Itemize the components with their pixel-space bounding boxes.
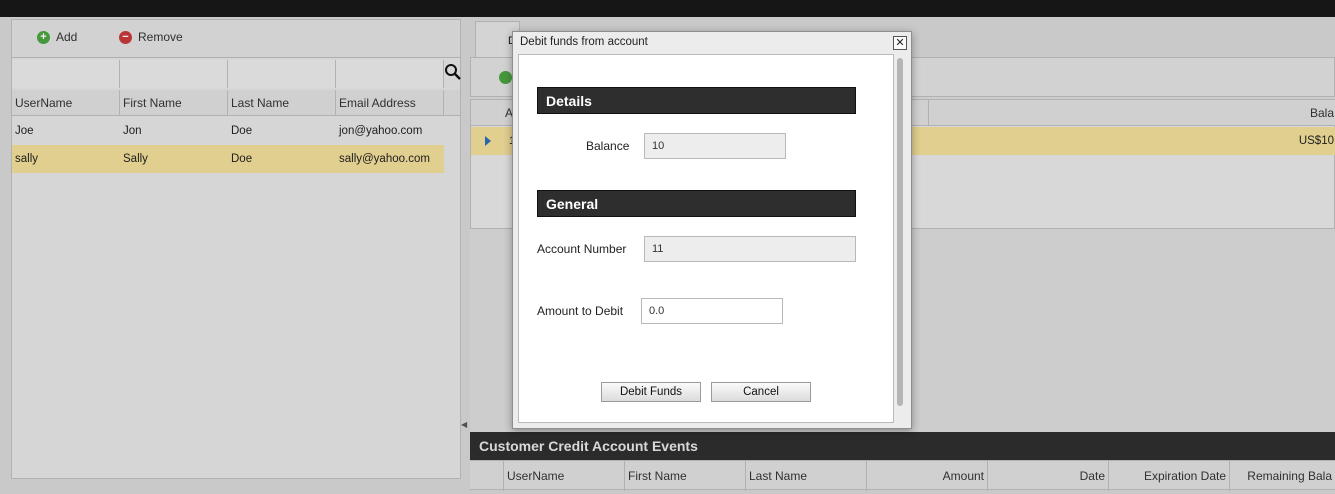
top-bar — [0, 0, 1335, 17]
general-section-header: General — [537, 190, 856, 217]
balance-field: 10 — [644, 133, 786, 159]
close-icon[interactable]: ✕ — [893, 36, 907, 50]
account-number-label: Account Number — [537, 242, 627, 256]
amount-to-debit-input[interactable]: 0.0 — [641, 298, 783, 324]
dialog-body: Details Balance 10 General Account Numbe… — [518, 54, 894, 423]
cancel-button[interactable]: Cancel — [711, 382, 811, 402]
dialog-title: Debit funds from account — [520, 36, 648, 48]
balance-label: Balance — [586, 139, 630, 153]
debit-funds-button[interactable]: Debit Funds — [601, 382, 701, 402]
account-number-field: 11 — [644, 236, 856, 262]
debit-dialog: Debit funds from account ✕ Details Balan… — [512, 31, 912, 429]
details-section-header: Details — [537, 87, 856, 114]
amount-to-debit-label: Amount to Debit — [537, 304, 624, 318]
dialog-scrollbar[interactable] — [897, 58, 903, 406]
